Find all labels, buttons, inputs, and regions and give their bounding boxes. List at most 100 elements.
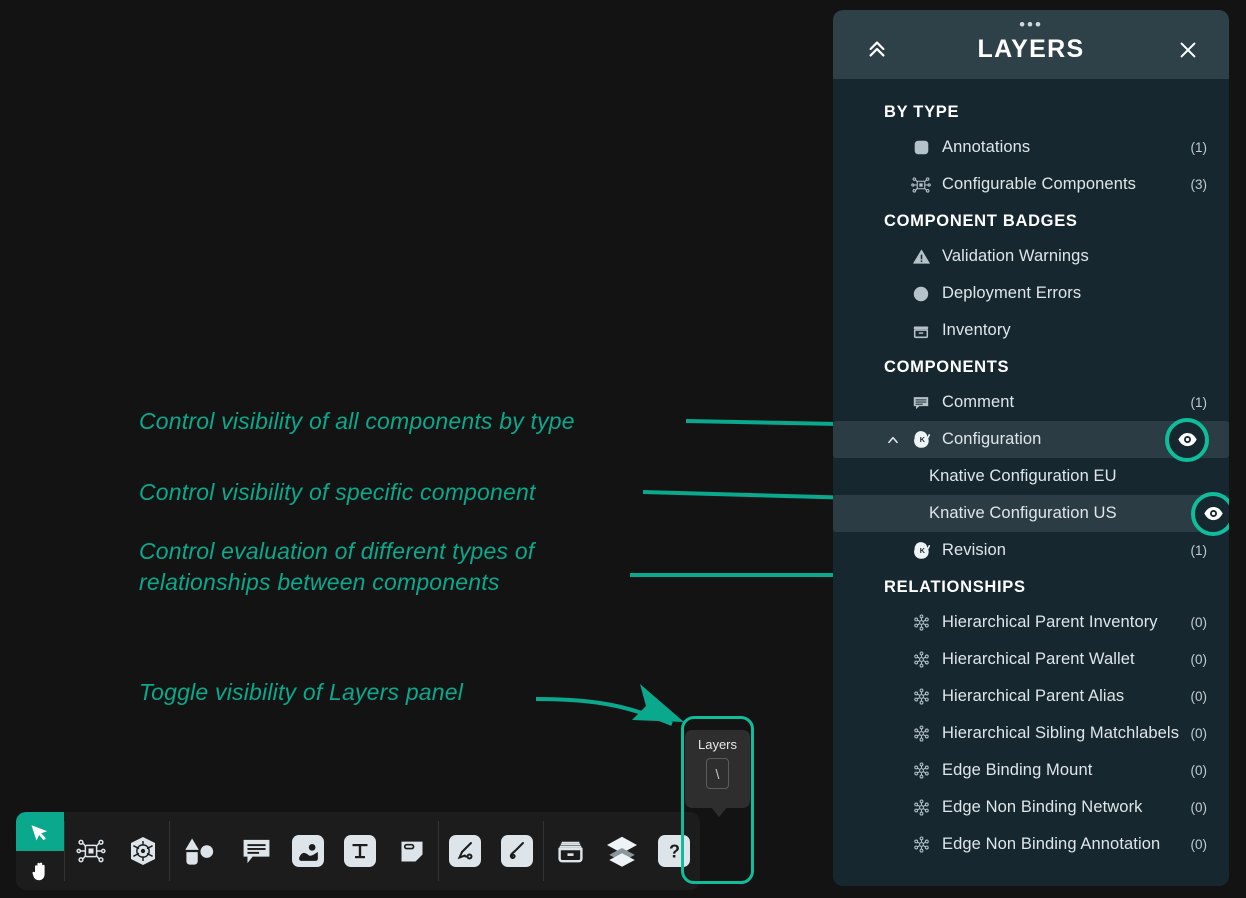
layer-row-label: Deployment Errors xyxy=(942,284,1207,303)
drag-handle-dots[interactable]: ••• xyxy=(833,21,1229,29)
relationship-node-icon xyxy=(911,650,931,670)
layer-row-configuration[interactable]: K Configuration (2) xyxy=(833,421,1229,458)
layer-row-label: Hierarchical Parent Inventory xyxy=(942,613,1191,632)
layer-row-label: Hierarchical Parent Alias xyxy=(942,687,1191,706)
layer-row-deployment-errors[interactable]: Deployment Errors xyxy=(833,275,1229,312)
layers-tooltip-shortcut: \ xyxy=(706,758,729,789)
question-mark-icon: ? xyxy=(658,835,690,867)
annotation-text-2: Control evaluation of different types of… xyxy=(139,536,534,598)
layer-row-label: Revision xyxy=(942,541,1191,560)
image-icon xyxy=(292,835,324,867)
knative-icon: K xyxy=(911,541,931,561)
layer-row-validation-warnings[interactable]: Validation Warnings xyxy=(833,238,1229,275)
layer-row-inventory[interactable]: Inventory xyxy=(833,312,1229,349)
layer-row-label: Knative Configuration EU xyxy=(929,467,1207,486)
close-icon[interactable] xyxy=(1177,39,1199,61)
bottom-toolbar: ? xyxy=(16,812,700,890)
pencil-tool[interactable] xyxy=(491,812,543,890)
relationship-node-icon xyxy=(911,724,931,744)
layer-row-knative-configuration-eu[interactable]: Knative Configuration EU xyxy=(833,458,1229,495)
layer-row-label: Edge Non Binding Annotation xyxy=(942,835,1191,854)
layer-row-label: Validation Warnings xyxy=(942,247,1207,266)
layer-row-edge-non-binding-network[interactable]: Edge Non Binding Network (0) xyxy=(833,789,1229,826)
chevron-up-icon[interactable] xyxy=(886,433,900,447)
section-title-component-badges: COMPONENT BADGES xyxy=(833,203,1229,238)
svg-text:K: K xyxy=(920,435,926,444)
layer-row-hierarchical-parent-wallet[interactable]: Hierarchical Parent Wallet (0) xyxy=(833,641,1229,678)
layer-row-count: (1) xyxy=(1191,140,1208,155)
comment-tool[interactable] xyxy=(230,812,282,890)
visibility-eye-icon-configuration[interactable] xyxy=(1165,418,1209,462)
layer-row-edge-non-binding-annotation[interactable]: Edge Non Binding Annotation (0) xyxy=(833,826,1229,863)
layer-row-revision[interactable]: K Revision (1) xyxy=(833,532,1229,569)
layer-row-annotations[interactable]: Annotations (1) xyxy=(833,129,1229,166)
layer-row-knative-configuration-us[interactable]: Knative Configuration US xyxy=(833,495,1229,532)
layer-row-edge-binding-mount[interactable]: Edge Binding Mount (0) xyxy=(833,752,1229,789)
layer-row-count: (0) xyxy=(1191,652,1208,667)
layers-panel-header: ••• LAYERS xyxy=(833,10,1229,79)
annotation-text-3: Toggle visibility of Layers panel xyxy=(139,677,463,708)
layer-row-label: Inventory xyxy=(942,321,1207,340)
warning-triangle-icon xyxy=(911,247,931,267)
pencil-scribble-icon xyxy=(501,835,533,867)
relationship-node-icon xyxy=(911,798,931,818)
relationship-node-icon xyxy=(911,687,931,707)
layer-row-label: Hierarchical Parent Wallet xyxy=(942,650,1191,669)
layers-panel-body: BY TYPE Annotations (1) xyxy=(833,79,1229,886)
layer-row-hierarchical-sibling-matchlabels[interactable]: Hierarchical Sibling Matchlabels (0) xyxy=(833,715,1229,752)
section-title-components: COMPONENTS xyxy=(833,349,1229,384)
inventory-tool[interactable] xyxy=(544,812,596,890)
layer-row-hierarchical-parent-inventory[interactable]: Hierarchical Parent Inventory (0) xyxy=(833,604,1229,641)
kubernetes-tool[interactable] xyxy=(117,812,169,890)
cursor-arrow-icon[interactable] xyxy=(16,812,64,851)
chevron-double-up-icon[interactable] xyxy=(866,38,888,60)
annotation-text-1: Control visibility of specific component xyxy=(139,477,536,508)
knative-icon: K xyxy=(911,430,931,450)
layer-row-label: Edge Binding Mount xyxy=(942,761,1191,780)
layers-panel: ••• LAYERS BY TYPE Annotatio xyxy=(833,10,1229,886)
layer-row-count: (0) xyxy=(1191,800,1208,815)
configurable-component-icon xyxy=(911,175,931,195)
layer-row-label: Annotations xyxy=(942,138,1191,157)
section-title-by-type: BY TYPE xyxy=(833,94,1229,129)
pen-tool[interactable] xyxy=(439,812,491,890)
hand-pan-icon[interactable] xyxy=(16,851,64,890)
layer-row-label: Configuration xyxy=(942,430,1191,449)
layers-tooltip: Layers \ xyxy=(685,730,750,808)
layer-row-count: (1) xyxy=(1191,543,1208,558)
layer-row-comment[interactable]: Comment (1) xyxy=(833,384,1229,421)
layer-row-count: (0) xyxy=(1191,837,1208,852)
configurable-component-tool[interactable] xyxy=(65,812,117,890)
note-tool[interactable] xyxy=(386,812,438,890)
toolbar-group-draw xyxy=(439,812,543,890)
toolbar-group-components xyxy=(65,812,169,890)
page-title: LAYERS xyxy=(833,35,1229,64)
layer-row-count: (0) xyxy=(1191,726,1208,741)
help-tool[interactable]: ? xyxy=(648,812,700,890)
relationship-node-icon xyxy=(911,613,931,633)
layers-tool[interactable] xyxy=(596,812,648,890)
svg-text:K: K xyxy=(920,546,926,555)
toolbar-group-utility: ? xyxy=(544,812,700,890)
layer-row-hierarchical-parent-alias[interactable]: Hierarchical Parent Alias (0) xyxy=(833,678,1229,715)
text-t-icon xyxy=(344,835,376,867)
svg-text:?: ? xyxy=(669,842,680,862)
layer-row-label: Edge Non Binding Network xyxy=(942,798,1191,817)
tooltip-tail xyxy=(710,806,728,817)
shapes-tool[interactable] xyxy=(170,812,230,890)
layer-row-label: Knative Configuration US xyxy=(929,504,1207,523)
layer-row-count: (3) xyxy=(1191,177,1208,192)
layer-row-label: Comment xyxy=(942,393,1191,412)
layers-tooltip-label: Layers xyxy=(698,737,737,752)
rounded-square-icon xyxy=(911,138,931,158)
layer-row-label: Configurable Components xyxy=(942,175,1191,194)
text-tool[interactable] xyxy=(334,812,386,890)
layer-row-count: (1) xyxy=(1191,395,1208,410)
layer-row-count: (0) xyxy=(1191,763,1208,778)
section-title-relationships: RELATIONSHIPS xyxy=(833,569,1229,604)
image-tool[interactable] xyxy=(282,812,334,890)
layer-row-configurable-components[interactable]: Configurable Components (3) xyxy=(833,166,1229,203)
comment-icon xyxy=(911,393,931,413)
layer-row-count: (0) xyxy=(1191,615,1208,630)
visibility-eye-icon-knative-configuration-us[interactable] xyxy=(1191,492,1229,536)
